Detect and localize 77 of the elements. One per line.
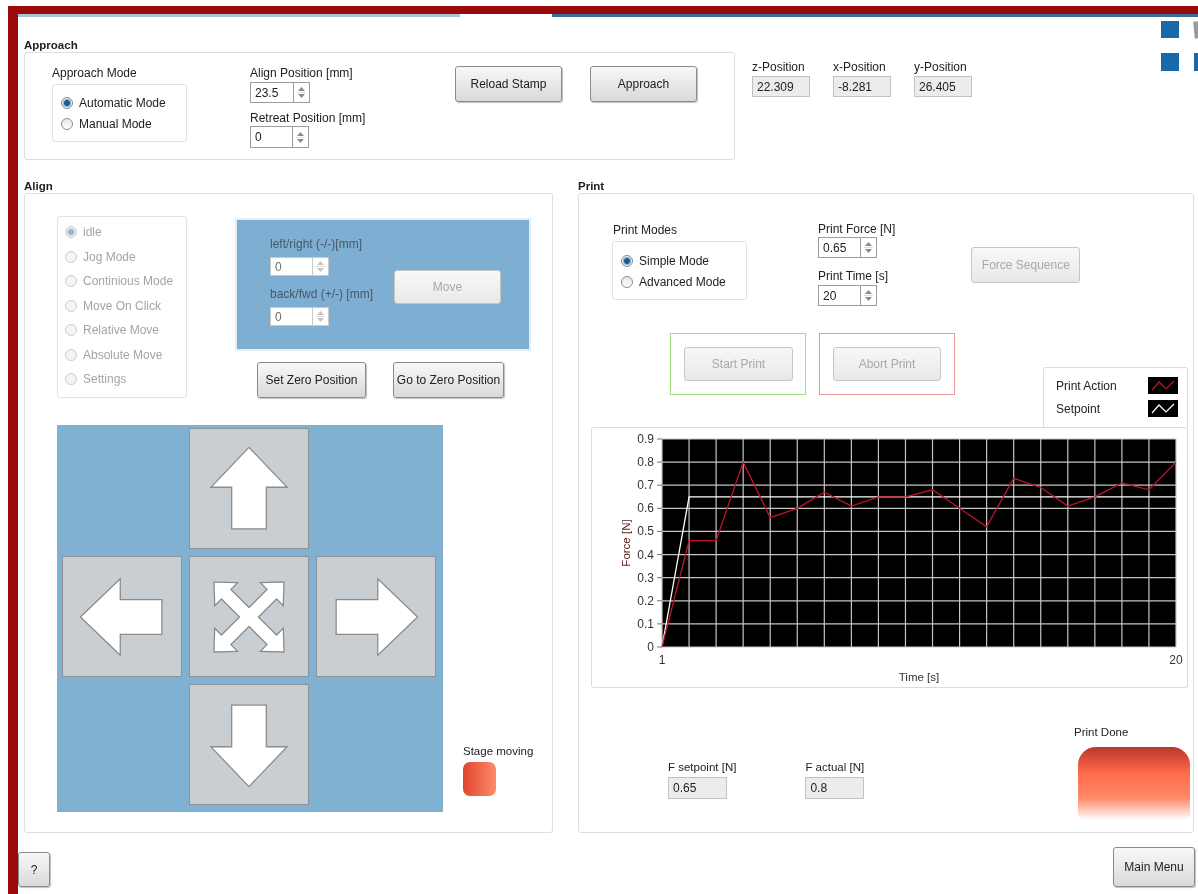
legend-label: Print Action [1056,378,1117,393]
radio-button[interactable] [621,276,633,288]
tick-label: 0.1 [637,616,654,631]
tick-label: 1 [658,653,666,667]
spinner-buttons[interactable] [293,82,310,103]
field-label: Align Position [mm] [250,66,354,80]
axis-title: Force [N] [620,519,632,567]
radio-label: Absolute Move [83,347,163,362]
radio-label: Settings [83,372,127,386]
legend-swatch-icon [1148,377,1178,394]
action-button[interactable]: Approach [590,66,697,102]
section-title: Align [24,179,54,193]
radio-label: Continious Mode [83,274,174,288]
radio-label: idle [83,225,102,239]
action-button[interactable]: Set Zero Position [257,362,366,398]
tick-label: 0.4 [637,547,654,562]
field-label: F setpoint [N] [668,760,737,774]
radio-label: Jog Mode [83,249,136,264]
action-button[interactable]: Go to Zero Position [393,362,504,398]
jog-center-button[interactable] [189,556,309,677]
radio-label: Automatic Mode [79,96,166,110]
field-label: Approach Mode [52,66,138,80]
field-label: Retreat Position [mm] [250,111,367,125]
number-field[interactable]: 23.5 [250,82,293,103]
radio-button[interactable] [621,255,633,267]
tick-label: 0.6 [637,501,654,516]
radio-label: Simple Mode [639,254,710,268]
tick-label: 0 [647,640,654,654]
tick-label: 0.3 [637,570,654,585]
tick-label: 20 [1169,653,1183,667]
tick-label: 0.9 [637,432,654,446]
value-display: 26.405 [914,76,972,97]
value-display: 0.8 [805,777,865,799]
field-label: Stage moving [463,744,534,758]
field-label: back/fwd (+/-) [mm] [270,287,374,301]
field-label: Print Done [1074,725,1130,739]
radio-label: Advanced Mode [639,275,726,289]
field-label: F actual [N] [805,760,865,774]
legend-swatch-icon [1148,400,1178,417]
radio-label: Manual Mode [79,117,152,131]
main-menu-button[interactable]: Main Menu [1113,847,1195,887]
field-label: Print Time [s] [818,269,889,283]
value-display: 0.65 [668,777,727,799]
radio-button[interactable] [61,118,73,130]
axis-title: Time [s] [898,671,940,683]
field-label: left/right (-/-)[mm] [270,237,363,251]
section-title: Print [578,179,606,193]
tick-label: 0.8 [637,455,654,470]
action-button[interactable]: Reload Stamp [455,66,562,102]
help-button[interactable]: ? [18,852,50,887]
jog-up-button[interactable] [189,428,309,549]
section-title: Approach [24,38,79,52]
value-display: -8.281 [833,76,891,97]
radio-button[interactable] [61,97,73,109]
spinner-buttons[interactable] [312,307,329,326]
spinner-buttons[interactable] [860,285,877,306]
field-label: y-Position [914,60,968,74]
spinner-buttons[interactable] [860,237,877,258]
tick-label: 0.2 [637,593,654,608]
spinner-buttons[interactable] [292,126,309,148]
field-label: x-Position [833,60,887,74]
value-display: 22.309 [752,76,810,97]
jog-left-button[interactable] [62,556,182,677]
number-field[interactable]: 0.65 [818,237,860,258]
radio-label: Move On Click [83,298,162,313]
legend-label: Setpoint [1056,401,1101,416]
field-label: Print Force [N] [818,222,896,236]
radio-label: Relative Move [83,323,160,337]
jog-right-button[interactable] [316,556,436,677]
spinner-buttons[interactable] [312,257,329,276]
tick-label: 0.5 [637,524,654,539]
number-field[interactable]: 20 [818,285,860,306]
field-label: z-Position [752,60,806,74]
jog-down-button[interactable] [189,684,309,805]
number-field[interactable]: 0 [250,126,292,148]
tick-label: 0.7 [637,478,654,493]
field-label: Print Modes [613,223,679,237]
